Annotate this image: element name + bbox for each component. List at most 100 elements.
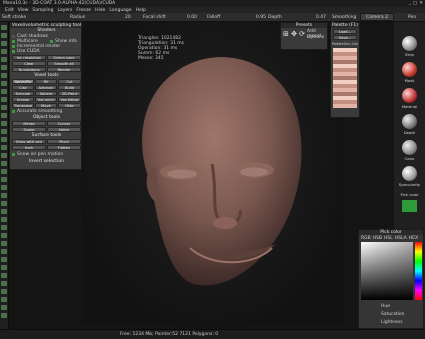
tab-hsb[interactable]: HSB: [373, 236, 382, 241]
tool-flatten[interactable]: Flatten: [47, 145, 81, 150]
invert-selection-button[interactable]: Invert selection: [10, 159, 83, 164]
tool-airbrush[interactable]: Airbrush: [35, 85, 57, 90]
menu-view[interactable]: View: [18, 8, 29, 13]
tool-icon[interactable]: [1, 265, 7, 270]
close-button[interactable]: ✕: [419, 1, 423, 6]
tool-icon[interactable]: [1, 289, 7, 294]
tool-icon[interactable]: [1, 281, 7, 286]
tool-spres-pla[interactable]: Spres/Pla: [12, 79, 34, 84]
tool-icon[interactable]: [1, 153, 7, 158]
brush-mode[interactable]: Soft stroke: [2, 15, 26, 20]
menu-layers[interactable]: Layers: [57, 8, 72, 13]
menu-freeze[interactable]: Freeze: [76, 8, 91, 13]
tool-icon[interactable]: [1, 145, 7, 150]
tool-icon[interactable]: [1, 177, 7, 182]
tool-hide[interactable]: Hide: [58, 103, 81, 108]
inc-resolution-button[interactable]: Inc resolution: [12, 55, 46, 60]
tool-icon[interactable]: [1, 241, 7, 246]
tool-inoh[interactable]: Inoh: [12, 145, 46, 150]
symm-copy-button[interactable]: Symm copy: [47, 55, 81, 60]
tool-icon[interactable]: [1, 129, 7, 134]
render-button[interactable]: Render: [47, 67, 81, 72]
option-use-cuda[interactable]: Use CUDA: [12, 49, 40, 54]
tool-icon[interactable]: [1, 41, 7, 46]
options-menu[interactable]: Options: [307, 35, 324, 40]
menu-help[interactable]: Help: [136, 8, 146, 13]
tool-2d-paint[interactable]: 2D-Paint: [58, 91, 81, 96]
3d-viewport[interactable]: [82, 22, 344, 325]
tool-icon[interactable]: [1, 73, 7, 78]
tool-icon[interactable]: [1, 249, 7, 254]
tool-icon[interactable]: [1, 313, 7, 318]
tool-draw-with-pen[interactable]: Draw with pen: [12, 139, 46, 144]
tool-merge[interactable]: Merge: [12, 121, 46, 126]
falloff-value[interactable]: 0.95: [256, 15, 266, 20]
tool-icon[interactable]: [1, 105, 7, 110]
smooth-all-button[interactable]: Smooth all: [47, 61, 81, 66]
tool-icon[interactable]: [1, 193, 7, 198]
depth-value[interactable]: 0.47: [316, 15, 326, 20]
depth-icon[interactable]: [402, 114, 417, 129]
tool-icon[interactable]: [1, 65, 7, 70]
tool-icon[interactable]: [1, 81, 7, 86]
tool-extrude[interactable]: Extrude: [12, 91, 34, 96]
tool-icon[interactable]: [1, 137, 7, 142]
tool-icon[interactable]: [1, 57, 7, 62]
tool-icon[interactable]: [1, 49, 7, 54]
tool-build[interactable]: Build: [58, 85, 81, 90]
tool-icon[interactable]: [1, 97, 7, 102]
palette-load-button[interactable]: Load...: [333, 29, 357, 34]
tab-hsla[interactable]: HSLA: [395, 236, 407, 241]
tool-icon[interactable]: [1, 161, 7, 166]
tool-clay[interactable]: Clay: [12, 85, 34, 90]
radius-value[interactable]: 20: [125, 15, 131, 20]
option-snow-on-pen[interactable]: Snow on pen motion: [12, 152, 63, 157]
camera-dropdown[interactable]: Camera 2: [360, 13, 394, 21]
clear-button[interactable]: Clear: [12, 61, 46, 66]
tool-icon[interactable]: [1, 169, 7, 174]
tool-vox-pinch[interactable]: Vox pinch: [35, 97, 57, 102]
material-icon[interactable]: [402, 88, 417, 103]
tool-snake[interactable]: Snake: [12, 127, 46, 132]
tool-icon[interactable]: [1, 113, 7, 118]
maximize-button[interactable]: □: [413, 1, 417, 6]
tool-icon[interactable]: [1, 121, 7, 126]
tool-icon[interactable]: [1, 201, 7, 206]
tool-fill[interactable]: Fill: [35, 79, 57, 84]
tool-icon[interactable]: [1, 89, 7, 94]
tool-icon[interactable]: [1, 273, 7, 278]
palette-swatches[interactable]: [333, 48, 357, 108]
tool-icon[interactable]: [1, 33, 7, 38]
tool-icon[interactable]: [1, 225, 7, 230]
tool-move[interactable]: Move: [35, 103, 57, 108]
tab-rgb[interactable]: RGB: [361, 236, 371, 241]
menu-edit[interactable]: Edit: [5, 8, 14, 13]
strip-icon[interactable]: [402, 36, 417, 51]
tool-scrape[interactable]: Scrape: [12, 97, 34, 102]
to-polygons-button[interactable]: To polygons: [12, 67, 46, 72]
color-field[interactable]: [361, 242, 413, 300]
menu-language[interactable]: Language: [109, 8, 131, 13]
tab-hex[interactable]: HEX: [409, 236, 418, 241]
tool-cut[interactable]: Cut: [58, 79, 81, 84]
focal-shift-value[interactable]: 0.00: [187, 15, 197, 20]
tool-vox-follow[interactable]: Vox follow: [58, 97, 81, 102]
option-accurate-smoothing[interactable]: Accurate smoothing: [12, 109, 62, 114]
tool-icon[interactable]: [1, 217, 7, 222]
palette-save-button[interactable]: Save...: [333, 35, 357, 40]
menu-sampling[interactable]: Sampling: [32, 8, 53, 13]
tool-pinch[interactable]: Pinch: [47, 139, 81, 144]
hue-slider[interactable]: [415, 242, 422, 300]
menu-hide[interactable]: Hide: [95, 8, 105, 13]
color-swatch[interactable]: [402, 200, 417, 212]
tool-icon[interactable]: [1, 257, 7, 262]
tool-icon[interactable]: [1, 209, 7, 214]
tool-curves[interactable]: Curves: [47, 121, 81, 126]
mask-icon[interactable]: [402, 62, 417, 77]
tab-hsl[interactable]: HSL: [384, 236, 393, 241]
minimize-button[interactable]: _: [409, 1, 411, 6]
color-icon[interactable]: [402, 140, 417, 155]
tool-icon[interactable]: [1, 305, 7, 310]
tool-splice[interactable]: Splice: [47, 127, 81, 132]
tool-transpose[interactable]: Transpose: [12, 103, 34, 108]
